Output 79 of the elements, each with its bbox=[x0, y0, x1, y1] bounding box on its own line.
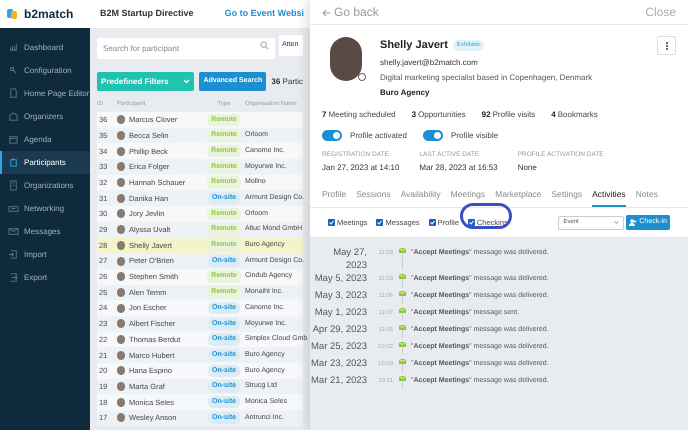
search-icon bbox=[260, 41, 269, 50]
menu-icon bbox=[8, 65, 19, 76]
sidebar-item[interactable]: Networking bbox=[0, 197, 90, 220]
date-value: None bbox=[518, 162, 538, 174]
activity-date: Mar 23, 2023 bbox=[310, 357, 367, 370]
menu-icon bbox=[8, 226, 19, 237]
status-indicator bbox=[358, 73, 366, 81]
tab[interactable]: Meetings bbox=[450, 186, 486, 207]
menu-icon bbox=[8, 249, 19, 260]
sidebar-item[interactable]: Organizations bbox=[0, 174, 90, 197]
tab[interactable]: Settings bbox=[551, 186, 582, 207]
envelope-icon bbox=[398, 325, 406, 330]
logo-text: b2match bbox=[24, 6, 74, 23]
stat-label: Bookmarks bbox=[558, 108, 598, 120]
envelope-icon bbox=[398, 308, 406, 313]
website-link[interactable]: Go to Event Websi bbox=[224, 7, 304, 21]
stat-value: 7 bbox=[322, 108, 326, 120]
activity-date: May 1, 2023 bbox=[314, 306, 367, 319]
stat-value: 4 bbox=[551, 108, 556, 120]
envelope-icon bbox=[398, 274, 406, 279]
tab[interactable]: Availability bbox=[400, 186, 441, 207]
menu-icon bbox=[8, 272, 19, 283]
back-arrow-icon bbox=[322, 8, 331, 17]
caret-icon bbox=[183, 79, 190, 84]
activity-date: Mar 21, 2023 bbox=[310, 374, 367, 387]
activity-date: Mar 25, 2023 bbox=[310, 340, 367, 353]
stat-value: 92 bbox=[482, 108, 491, 120]
tab[interactable]: Marketplace bbox=[495, 186, 542, 207]
envelope-icon bbox=[398, 342, 406, 347]
menu-icon bbox=[8, 203, 19, 214]
menu-icon bbox=[8, 88, 19, 99]
toggle-switch[interactable] bbox=[322, 130, 342, 141]
event-title: B2M Startup Directive bbox=[100, 7, 194, 20]
tab[interactable]: Profile bbox=[322, 186, 346, 207]
menu-icon bbox=[8, 180, 19, 191]
search-field[interactable]: Search for participant bbox=[97, 38, 275, 59]
activity-date: May 5, 2023 bbox=[314, 272, 367, 285]
toggle-switch[interactable] bbox=[422, 130, 443, 141]
add-user-icon bbox=[629, 219, 638, 226]
activity-date: May 27, 2023 bbox=[332, 246, 367, 272]
participant-count: 36 Partic bbox=[271, 76, 303, 88]
sidebar-item[interactable]: Configuration bbox=[0, 59, 90, 82]
profile-name: Shelly Javert bbox=[380, 38, 448, 53]
menu-icon bbox=[8, 42, 19, 53]
more-options-button[interactable] bbox=[657, 36, 676, 55]
menu-icon bbox=[8, 157, 19, 168]
caret-icon bbox=[614, 221, 620, 224]
sidebar-item[interactable]: Export bbox=[0, 266, 90, 289]
menu-icon bbox=[8, 134, 19, 145]
stat-label: Opportunities bbox=[418, 108, 466, 120]
sidebar-item[interactable]: Import bbox=[0, 243, 90, 266]
tab[interactable]: Notes bbox=[636, 186, 658, 207]
toggle-label: Profile activated bbox=[350, 130, 407, 142]
activity-date: Apr 29, 2023 bbox=[312, 323, 367, 336]
profile-photo bbox=[330, 37, 362, 81]
sidebar-item[interactable]: Organizers bbox=[0, 105, 90, 128]
envelope-icon bbox=[398, 376, 406, 381]
profile-email: shelly.javert@b2match.com bbox=[380, 56, 479, 68]
sidebar-item[interactable]: Messages bbox=[0, 220, 90, 243]
envelope-icon bbox=[398, 248, 406, 253]
stat-label: Meeting scheduled bbox=[328, 108, 396, 120]
date-value: Mar 28, 2023 at 16:53 bbox=[419, 162, 498, 174]
activity-date: May 3, 2023 bbox=[314, 289, 367, 302]
date-value: Jan 27, 2023 at 14:10 bbox=[322, 162, 400, 174]
sidebar-item[interactable]: Home Page Editor bbox=[0, 82, 90, 105]
menu-icon bbox=[8, 111, 19, 122]
logo-icon bbox=[6, 8, 18, 20]
envelope-icon bbox=[398, 291, 406, 296]
stat-label: Profile visits bbox=[492, 108, 536, 120]
sidebar-item[interactable]: Participants bbox=[0, 151, 90, 174]
tab[interactable]: Activities bbox=[592, 186, 626, 207]
envelope-icon bbox=[398, 359, 406, 364]
sidebar-item[interactable]: Agenda bbox=[0, 128, 90, 151]
sidebar-item[interactable]: Dashboard bbox=[0, 36, 90, 59]
toggle-label: Profile visible bbox=[450, 130, 498, 142]
stat-value: 3 bbox=[412, 108, 416, 120]
profile-organisation: Buro Agency bbox=[380, 86, 430, 98]
tab[interactable]: Sessions bbox=[356, 186, 391, 207]
profile-bio: Digital marketing specialist based in Copenhagen, Denmark bbox=[380, 72, 592, 84]
